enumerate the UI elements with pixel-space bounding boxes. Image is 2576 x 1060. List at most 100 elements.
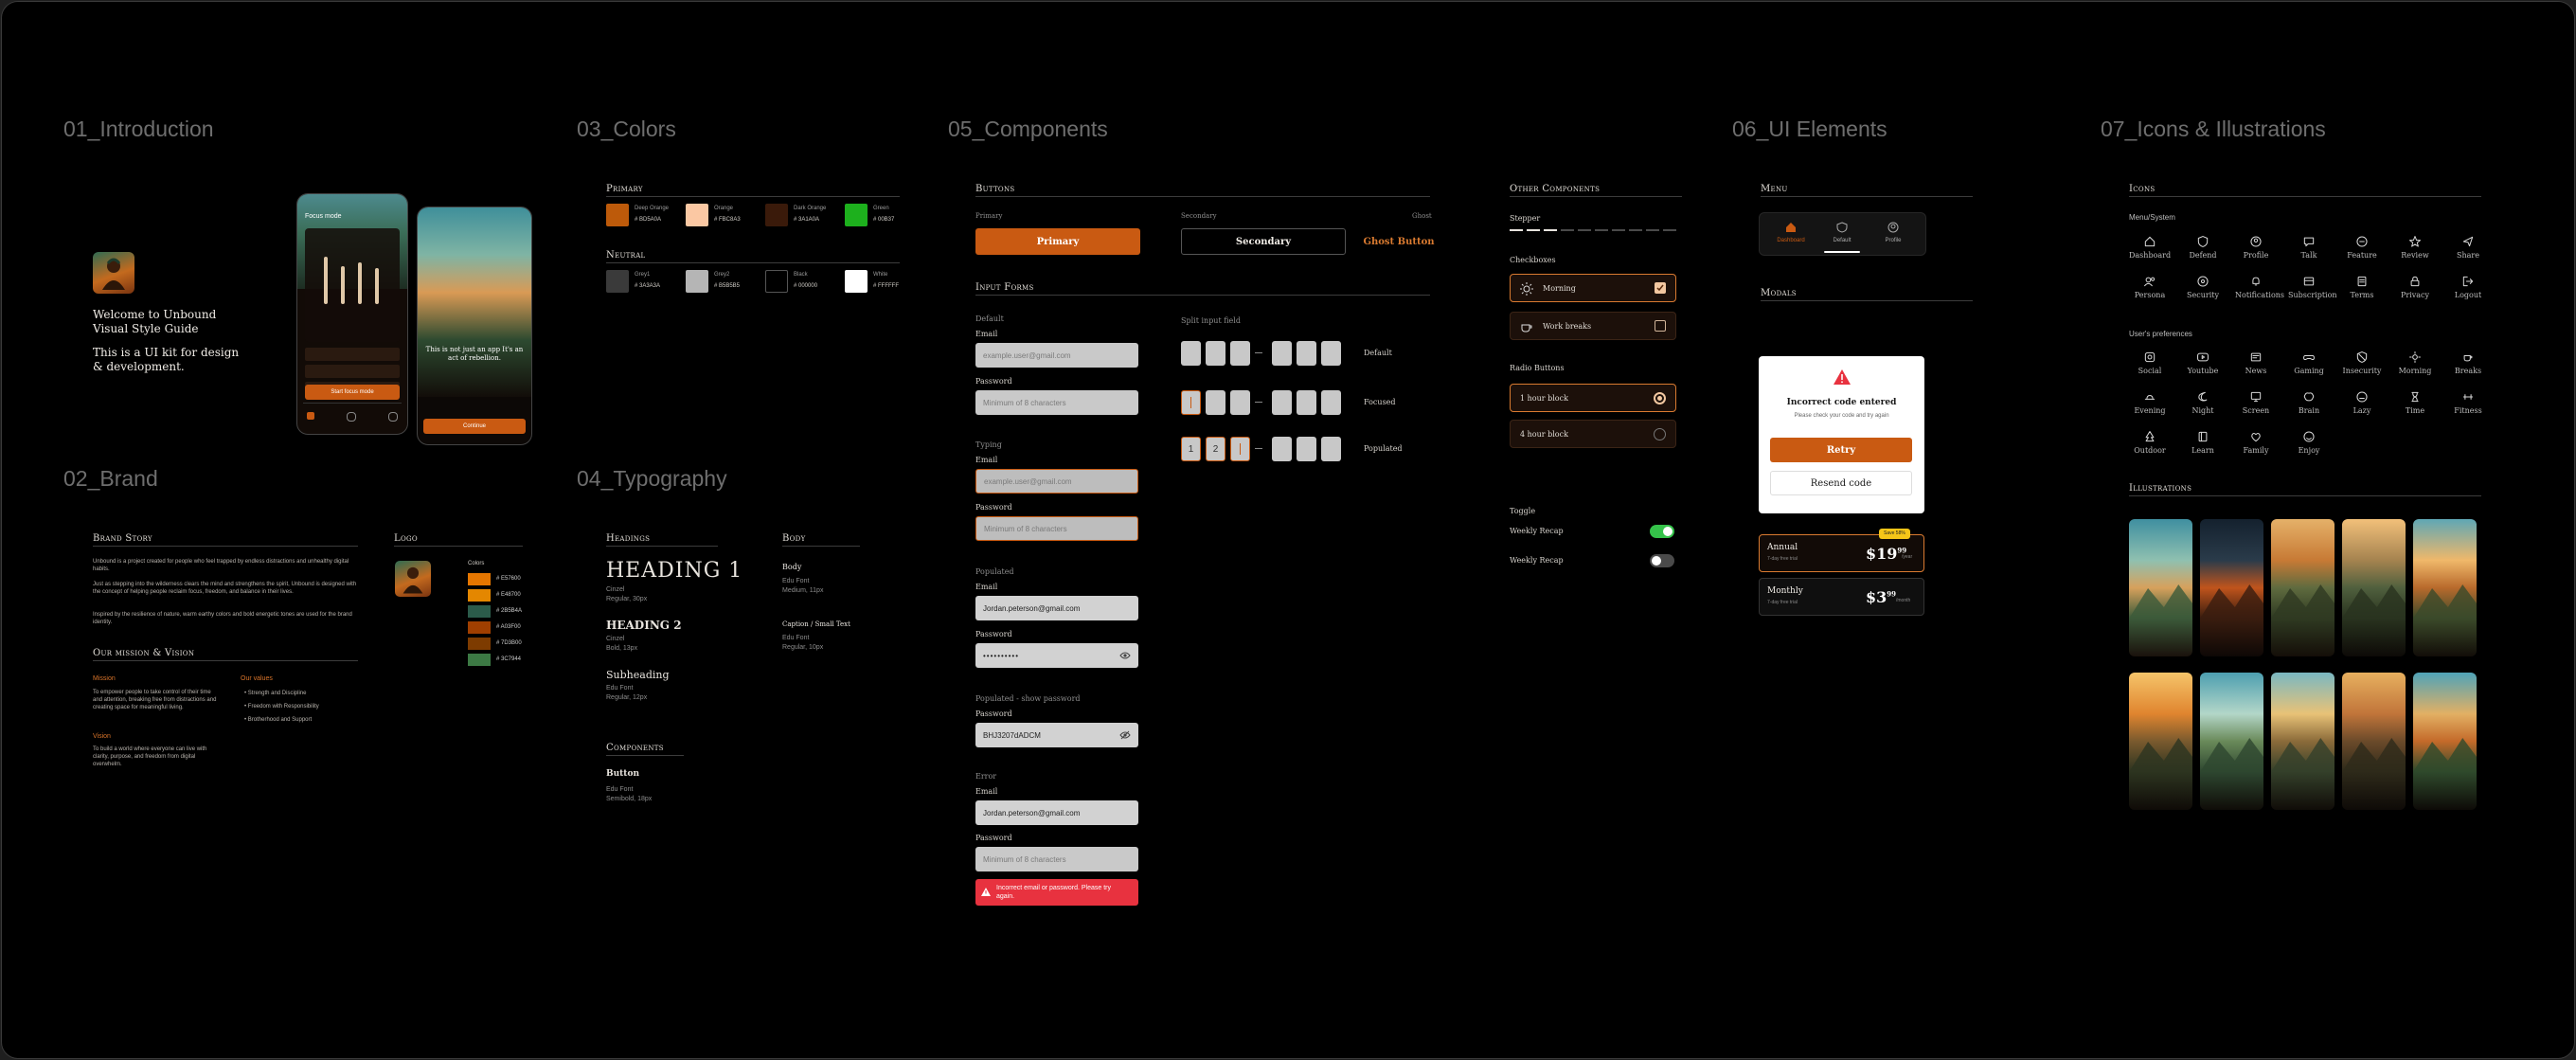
color-swatch [606, 270, 629, 293]
plan-monthly[interactable]: Monthly 7-day free trial $399 /month [1759, 578, 1924, 616]
nav-profile-icon[interactable] [388, 412, 398, 422]
logo-figure-icon [102, 258, 125, 290]
split-digit-box[interactable] [1321, 390, 1341, 415]
split-digit-box[interactable] [1206, 390, 1225, 415]
button-weight: Semibold, 18px [606, 796, 653, 802]
checkbox-morning[interactable]: Morning [1510, 274, 1676, 302]
stepper-segment [1663, 229, 1676, 231]
toggle-on[interactable] [1650, 525, 1674, 538]
split-digit-box[interactable] [1272, 437, 1292, 461]
email-input-typing[interactable]: example.user@gmail.com [975, 469, 1138, 494]
email-input-default[interactable]: example.user@gmail.com [975, 343, 1138, 368]
split-digit-box[interactable]: 2 [1206, 437, 1225, 461]
eye-icon[interactable] [1119, 651, 1131, 660]
logo-color-row: # 2B5B4A [468, 605, 534, 618]
split-digit-box[interactable]: 1 [1181, 437, 1201, 461]
split-digit-box[interactable] [1272, 341, 1292, 366]
phone-title: Focus mode [305, 213, 342, 220]
email-input-error[interactable]: Jordan.peterson@gmail.com [975, 800, 1138, 825]
outdoor-icon-cell: Outdoor [2129, 430, 2171, 455]
mission-text: To empower people to take control of the… [93, 690, 217, 710]
continue-button[interactable]: Continue [423, 419, 526, 434]
split-digit-active[interactable] [1230, 390, 1250, 415]
split-digit-box[interactable] [1181, 341, 1201, 366]
learn-icon [2198, 431, 2208, 442]
family-icon-label: Family [2243, 446, 2269, 455]
stepper-segment [1646, 229, 1659, 231]
headings-title: Headings [606, 533, 651, 544]
password-input-default[interactable]: Minimum of 8 characters [975, 390, 1138, 415]
email-label: Email [975, 583, 998, 591]
section-title-colors: 03_Colors [577, 117, 676, 141]
stepper-segment [1510, 229, 1523, 231]
radio-4-hour[interactable]: 4 hour block [1510, 420, 1676, 448]
ghost-button[interactable]: Ghost Button [1363, 228, 1434, 255]
radio-unselected-icon[interactable] [1654, 428, 1666, 440]
split-digit-active[interactable] [1230, 437, 1250, 461]
resend-code-button[interactable]: Resend code [1770, 471, 1912, 495]
security-icon-cell: Security [2182, 275, 2224, 299]
split-digit-box[interactable] [1321, 341, 1341, 366]
split-digit-box[interactable] [1272, 390, 1292, 415]
start-focus-button[interactable]: Start focus mode [305, 385, 400, 400]
email-input-populated[interactable]: Jordan.peterson@gmail.com [975, 596, 1138, 620]
split-digit-box[interactable] [1297, 341, 1316, 366]
radio-1-hour[interactable]: 1 hour block [1510, 384, 1676, 412]
caption-weight: Regular, 10px [782, 644, 824, 651]
brain-icon-cell: Brain [2288, 390, 2330, 415]
dashboard-icon-cell: Dashboard [2129, 235, 2171, 260]
color-hex: # E57600 [496, 576, 521, 582]
split-digit-box[interactable] [1206, 341, 1225, 366]
share-icon-cell: Share [2447, 235, 2489, 260]
security-icon-label: Security [2187, 291, 2219, 299]
checkbox-checked-icon[interactable] [1655, 282, 1666, 294]
color-swatch [845, 204, 868, 226]
nav-focus-icon[interactable] [347, 412, 356, 422]
morning-icon [2409, 351, 2421, 363]
nav-home-icon[interactable] [307, 412, 314, 420]
home-icon [1786, 223, 1796, 232]
primary-button[interactable]: Primary [975, 228, 1140, 255]
phone-mockup-onboarding: This is not just an app It's an act of r… [417, 207, 532, 445]
split-digit-box[interactable] [1181, 390, 1201, 415]
checkbox-unchecked-icon[interactable] [1655, 320, 1666, 332]
color-swatch [468, 573, 491, 585]
outdoor-icon-label: Outdoor [2134, 446, 2166, 455]
youtube-icon [2197, 352, 2209, 362]
default-state-label: Default [975, 314, 1004, 323]
color-swatch [606, 204, 629, 226]
input-forms-title: Input Forms [975, 282, 1034, 293]
persona-icon-cell: Persona [2129, 275, 2171, 299]
split-digit-box[interactable] [1297, 437, 1316, 461]
color-hex: # BD5A0A [635, 217, 662, 223]
breaks-icon [2463, 354, 2473, 362]
password-input-error[interactable]: Minimum of 8 characters [975, 847, 1138, 871]
value-item-1: • Strength and Discipline [244, 691, 307, 696]
password-input-typing[interactable]: Minimum of 8 characters [975, 516, 1138, 541]
subscription-icon-cell: Subscription [2288, 275, 2337, 299]
caption-font: Edu Font [782, 635, 810, 641]
menu-item-default[interactable]: Default [1820, 221, 1864, 243]
feature-icon-label: Feature [2347, 251, 2377, 260]
split-digit-box[interactable] [1321, 437, 1341, 461]
plan-annual[interactable]: Annual 7-day free trial $1999 /year Save… [1759, 529, 1924, 572]
password-label: Password [975, 503, 1012, 512]
password-input-shown[interactable]: BHJ3207dADCM [975, 723, 1138, 747]
enjoy-icon-label: Enjoy [2298, 446, 2320, 455]
shield-icon [1836, 222, 1848, 233]
h2-font: Cinzel [606, 636, 625, 642]
split-digit-box[interactable] [1297, 390, 1316, 415]
secondary-button[interactable]: Secondary [1181, 228, 1346, 255]
radio-selected-icon[interactable] [1654, 392, 1666, 404]
radio-buttons-label: Radio Buttons [1510, 364, 1565, 372]
body-title: Body [782, 533, 806, 544]
share-icon [2462, 236, 2474, 247]
toggle-off[interactable] [1650, 554, 1674, 567]
menu-item-profile[interactable]: Profile [1871, 221, 1915, 243]
menu-item-dashboard[interactable]: Dashboard [1769, 221, 1813, 243]
checkbox-work-breaks[interactable]: Work breaks [1510, 312, 1676, 340]
retry-button[interactable]: Retry [1770, 438, 1912, 462]
split-digit-box[interactable] [1230, 341, 1250, 366]
eye-off-icon[interactable] [1119, 730, 1131, 740]
password-input-populated[interactable]: •••••••••• [975, 643, 1138, 668]
